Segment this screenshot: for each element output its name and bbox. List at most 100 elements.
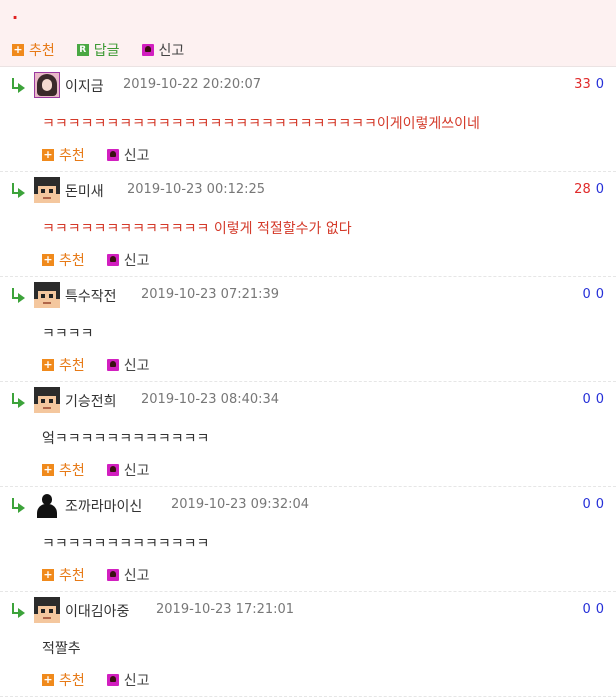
downvote-count: 0 bbox=[595, 287, 604, 302]
recommend-button[interactable]: + 추천 bbox=[42, 355, 85, 375]
recommend-label: 추천 bbox=[59, 568, 85, 584]
post-text: . bbox=[12, 4, 19, 23]
vote-count: 00 bbox=[582, 497, 604, 512]
report-label: 신고 bbox=[123, 673, 150, 689]
comment-item: 돈미새 2019-10-23 00:12:25 28 0 ㅋㅋㅋㅋㅋㅋㅋㅋㅋㅋㅋㅋ… bbox=[0, 172, 616, 277]
upvote-count: 33 bbox=[574, 77, 591, 92]
report-button[interactable]: 신고 bbox=[106, 250, 150, 270]
comment-header: 이대김아중 2019-10-23 17:21:01 00 bbox=[0, 592, 616, 628]
reply-arrow-icon bbox=[12, 603, 26, 618]
report-button[interactable]: 신고 bbox=[106, 670, 150, 690]
comment-header: 돈미새 2019-10-23 00:12:25 28 0 bbox=[0, 172, 616, 208]
comment-date: 2019-10-23 17:21:01 bbox=[156, 602, 295, 617]
vote-count: 00 bbox=[582, 287, 604, 302]
recommend-label: 추천 bbox=[59, 358, 85, 374]
plus-icon: + bbox=[42, 253, 54, 266]
avatar-pixel-face[interactable] bbox=[34, 282, 60, 308]
comment-actions: + 추천 신고 bbox=[42, 250, 172, 270]
downvote-count: 0 bbox=[595, 602, 604, 617]
comment-header: 기승전희 2019-10-23 08:40:34 00 bbox=[0, 382, 616, 418]
recommend-label: 추천 bbox=[59, 673, 85, 689]
report-label: 신고 bbox=[123, 148, 150, 164]
siren-icon bbox=[106, 149, 119, 161]
vote-count: 28 0 bbox=[574, 182, 604, 197]
comment-header: 조까라마이신 2019-10-23 09:32:04 00 bbox=[0, 487, 616, 523]
comment-actions: + 추천 신고 bbox=[42, 670, 172, 690]
comment-date: 2019-10-23 08:40:34 bbox=[141, 392, 280, 407]
comment-header: 이지금 2019-10-22 20:20:07 33 0 bbox=[0, 67, 616, 103]
recommend-button[interactable]: + 추천 bbox=[42, 670, 85, 690]
report-button[interactable]: 신고 bbox=[141, 40, 184, 60]
plus-icon: + bbox=[42, 358, 54, 371]
siren-icon bbox=[106, 674, 119, 686]
nickname[interactable]: 조까라마이신 bbox=[65, 496, 142, 516]
report-button[interactable]: 신고 bbox=[106, 460, 150, 480]
comment-actions: + 추천 신고 bbox=[42, 565, 172, 585]
siren-icon bbox=[106, 254, 119, 266]
report-label: 신고 bbox=[123, 463, 150, 479]
comment-text: ㅋㅋㅋㅋㅋㅋㅋㅋㅋㅋㅋㅋㅋㅋㅋㅋㅋㅋㅋㅋㅋㅋㅋㅋㅋㅋ이게이렇게쓰이네 bbox=[42, 116, 480, 132]
comment-list: 이지금 2019-10-22 20:20:07 33 0 ㅋㅋㅋㅋㅋㅋㅋㅋㅋㅋㅋㅋ… bbox=[0, 67, 616, 697]
comment-text: ㅋㅋㅋㅋㅋㅋㅋㅋㅋㅋㅋㅋㅋ bbox=[42, 536, 210, 552]
vote-count: 33 0 bbox=[574, 77, 604, 92]
avatar-pixel-face[interactable] bbox=[34, 177, 60, 203]
comment-date: 2019-10-23 09:32:04 bbox=[171, 497, 310, 512]
recommend-button[interactable]: + 추천 bbox=[12, 40, 55, 60]
nickname[interactable]: 기승전희 bbox=[65, 391, 117, 411]
downvote-count: 0 bbox=[595, 392, 604, 407]
comment-text: 엌ㅋㅋㅋㅋㅋㅋㅋㅋㅋㅋㅋㅋ bbox=[42, 431, 210, 447]
plus-icon: + bbox=[42, 463, 54, 476]
recommend-label: 추천 bbox=[29, 43, 55, 59]
reply-arrow-icon bbox=[12, 393, 26, 408]
recommend-button[interactable]: + 추천 bbox=[42, 460, 85, 480]
comment-item: 이대김아중 2019-10-23 17:21:01 00 적짤추 + 추천 신고 bbox=[0, 592, 616, 697]
recommend-button[interactable]: + 추천 bbox=[42, 565, 85, 585]
plus-icon: + bbox=[12, 43, 24, 56]
recommend-button[interactable]: + 추천 bbox=[42, 250, 85, 270]
comment-item: 기승전희 2019-10-23 08:40:34 00 엌ㅋㅋㅋㅋㅋㅋㅋㅋㅋㅋㅋ… bbox=[0, 382, 616, 487]
comment-date: 2019-10-23 00:12:25 bbox=[127, 182, 266, 197]
comment-text: ㅋㅋㅋㅋㅋㅋㅋㅋㅋㅋㅋㅋㅋ 이렇게 적절할수가 없다 bbox=[42, 221, 352, 237]
recommend-button[interactable]: + 추천 bbox=[42, 145, 85, 165]
reply-arrow-icon bbox=[12, 288, 26, 303]
post-actions: + 추천 R 답글 신고 bbox=[12, 40, 206, 60]
siren-icon bbox=[141, 44, 154, 56]
report-label: 신고 bbox=[123, 253, 150, 269]
upvote-count: 0 bbox=[582, 392, 591, 407]
upvote-count: 0 bbox=[582, 497, 591, 512]
recommend-label: 추천 bbox=[59, 463, 85, 479]
comment-actions: + 추천 신고 bbox=[42, 145, 172, 165]
nickname[interactable]: 이지금 bbox=[65, 76, 104, 96]
avatar-photo[interactable] bbox=[34, 72, 60, 98]
reply-arrow-icon bbox=[12, 498, 26, 513]
comment-item: 조까라마이신 2019-10-23 09:32:04 00 ㅋㅋㅋㅋㅋㅋㅋㅋㅋㅋ… bbox=[0, 487, 616, 592]
upvote-count: 28 bbox=[574, 182, 591, 197]
report-button[interactable]: 신고 bbox=[106, 565, 150, 585]
reply-button[interactable]: R 답글 bbox=[76, 40, 120, 60]
plus-icon: + bbox=[42, 148, 54, 161]
siren-icon bbox=[106, 464, 119, 476]
recommend-label: 추천 bbox=[59, 148, 85, 164]
comment-item: 이지금 2019-10-22 20:20:07 33 0 ㅋㅋㅋㅋㅋㅋㅋㅋㅋㅋㅋㅋ… bbox=[0, 67, 616, 172]
avatar-silhouette[interactable] bbox=[34, 492, 60, 518]
reply-arrow-icon bbox=[12, 78, 26, 93]
upvote-count: 0 bbox=[582, 602, 591, 617]
nickname[interactable]: 특수작전 bbox=[65, 286, 117, 306]
recommend-label: 추천 bbox=[59, 253, 85, 269]
siren-icon bbox=[106, 359, 119, 371]
avatar-pixel-face[interactable] bbox=[34, 387, 60, 413]
vote-count: 00 bbox=[582, 392, 604, 407]
vote-count: 00 bbox=[582, 602, 604, 617]
upvote-count: 0 bbox=[582, 287, 591, 302]
avatar-pixel-face[interactable] bbox=[34, 597, 60, 623]
report-button[interactable]: 신고 bbox=[106, 355, 150, 375]
parent-post-footer: . + 추천 R 답글 신고 bbox=[0, 0, 616, 67]
comment-date: 2019-10-23 07:21:39 bbox=[141, 287, 280, 302]
report-button[interactable]: 신고 bbox=[106, 145, 150, 165]
nickname[interactable]: 이대김아중 bbox=[65, 601, 129, 621]
nickname[interactable]: 돈미새 bbox=[65, 181, 104, 201]
report-label: 신고 bbox=[123, 358, 150, 374]
comment-item: 특수작전 2019-10-23 07:21:39 00 ㅋㅋㅋㅋ + 추천 신고 bbox=[0, 277, 616, 382]
downvote-count: 0 bbox=[595, 77, 604, 92]
comment-header: 특수작전 2019-10-23 07:21:39 00 bbox=[0, 277, 616, 313]
